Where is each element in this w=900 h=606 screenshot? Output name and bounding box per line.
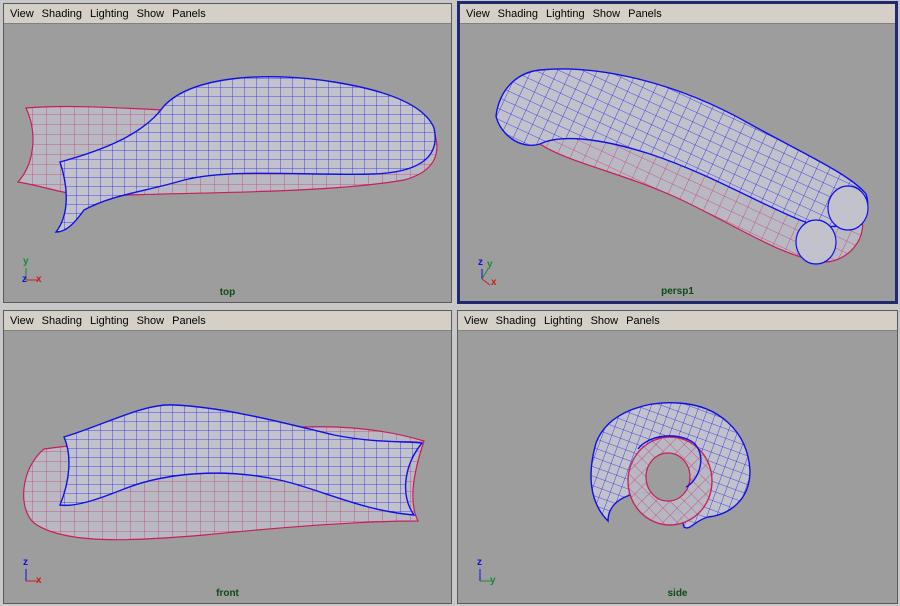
axis-indicator: y z x xyxy=(18,256,48,288)
camera-label: front xyxy=(216,588,239,599)
axis-label: z xyxy=(23,557,28,568)
viewport-canvas-persp[interactable]: z y x persp1 xyxy=(460,24,895,301)
menu-panels[interactable]: Panels xyxy=(628,8,662,20)
panel-menubar: View Shading Lighting Show Panels xyxy=(4,4,451,24)
menu-lighting[interactable]: Lighting xyxy=(90,8,129,20)
axis-label: y xyxy=(23,256,29,267)
viewport-panel-top[interactable]: View Shading Lighting Show Panels y z x … xyxy=(3,3,452,303)
panel-menubar: View Shading Lighting Show Panels xyxy=(4,311,451,331)
menu-show[interactable]: Show xyxy=(137,315,165,327)
menu-show[interactable]: Show xyxy=(137,8,165,20)
menu-shading[interactable]: Shading xyxy=(42,315,82,327)
axis-indicator: z x xyxy=(18,557,48,589)
menu-view[interactable]: View xyxy=(464,315,488,327)
menu-shading[interactable]: Shading xyxy=(496,315,536,327)
menu-view[interactable]: View xyxy=(10,8,34,20)
viewport-canvas-front[interactable]: z x front xyxy=(4,331,451,603)
axis-indicator: z y x xyxy=(474,257,504,288)
menu-view[interactable]: View xyxy=(10,315,34,327)
axis-label: y xyxy=(490,575,496,586)
axis-label: z xyxy=(477,557,482,568)
axis-label: y xyxy=(487,259,493,270)
menu-show[interactable]: Show xyxy=(591,315,619,327)
camera-label: side xyxy=(667,588,688,599)
wireframe-model-front xyxy=(23,404,425,541)
menu-panels[interactable]: Panels xyxy=(172,8,206,20)
wireframe-model-persp xyxy=(495,68,869,265)
panel-menubar: View Shading Lighting Show Panels xyxy=(460,4,895,24)
menu-view[interactable]: View xyxy=(466,8,490,20)
viewport-panel-front[interactable]: View Shading Lighting Show Panels z x fr… xyxy=(3,310,452,604)
panel-menubar: View Shading Lighting Show Panels xyxy=(458,311,897,331)
viewport-panel-side[interactable]: View Shading Lighting Show Panels z y si… xyxy=(457,310,898,604)
camera-label: persp1 xyxy=(661,286,694,297)
axis-label: x xyxy=(36,575,42,586)
axis-label: x xyxy=(36,274,42,285)
menu-lighting[interactable]: Lighting xyxy=(90,315,129,327)
menu-shading[interactable]: Shading xyxy=(498,8,538,20)
viewport-canvas-side[interactable]: z y side xyxy=(458,331,897,603)
menu-panels[interactable]: Panels xyxy=(172,315,206,327)
axis-label: z xyxy=(22,274,27,285)
wireframe-model-side xyxy=(590,402,751,529)
menu-panels[interactable]: Panels xyxy=(626,315,660,327)
camera-label: top xyxy=(219,287,236,298)
menu-show[interactable]: Show xyxy=(593,8,621,20)
viewport-canvas-top[interactable]: y z x top xyxy=(4,24,451,302)
wireframe-model-top xyxy=(16,75,438,233)
menu-lighting[interactable]: Lighting xyxy=(544,315,583,327)
axis-indicator: z y xyxy=(472,557,502,589)
axis-label: z xyxy=(478,257,483,268)
menu-lighting[interactable]: Lighting xyxy=(546,8,585,20)
menu-shading[interactable]: Shading xyxy=(42,8,82,20)
viewport-panel-persp[interactable]: View Shading Lighting Show Panels z y x … xyxy=(457,1,898,304)
